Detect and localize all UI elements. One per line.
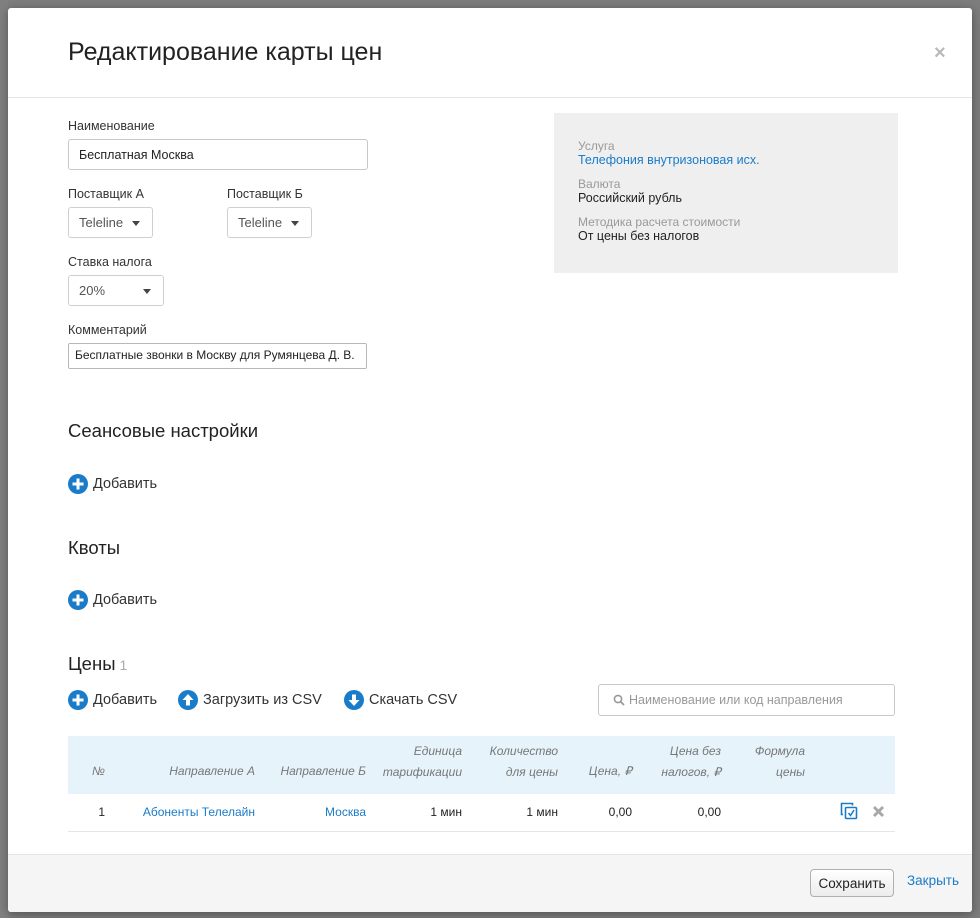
add-session-label: Добавить xyxy=(93,476,158,492)
comment-textarea[interactable]: Бесплатные звонки в Москву для Румянцева… xyxy=(68,343,367,369)
plus-circle-icon xyxy=(68,590,88,610)
tax-value: 20% xyxy=(79,283,106,298)
page-backdrop xyxy=(0,0,8,918)
name-label: Наименование xyxy=(68,119,155,133)
col-net-price-line1: Цена без xyxy=(669,744,721,758)
supplier-b-label: Поставщик Б xyxy=(227,187,303,201)
tax-label: Ставка налога xyxy=(68,255,152,269)
col-net-price: Цена без налогов, ₽ xyxy=(638,741,721,783)
arrow-up-circle-icon xyxy=(178,690,198,710)
add-price-label: Добавить xyxy=(93,692,158,708)
method-value: От цены без налогов xyxy=(578,229,700,243)
col-price: Цена, ₽ xyxy=(588,764,632,778)
comment-label: Комментарий xyxy=(68,323,147,337)
row-price: 0,00 xyxy=(608,805,632,819)
download-csv-button[interactable]: Скачать CSV xyxy=(344,690,457,710)
currency-label: Валюта xyxy=(578,177,621,191)
close-button[interactable]: Закрыть xyxy=(907,873,959,888)
chevron-down-icon xyxy=(132,221,140,226)
method-label: Методика расчета стоимости xyxy=(578,215,741,229)
name-input[interactable] xyxy=(68,139,368,170)
modal-title: Редактирование карты цен xyxy=(68,38,383,66)
row-divider xyxy=(68,831,895,832)
add-quota-button[interactable]: Добавить xyxy=(68,590,157,610)
plus-circle-icon xyxy=(68,474,88,494)
prices-table-header: № Направление А Направление Б Единица та… xyxy=(68,736,895,794)
row-num: 1 xyxy=(98,805,105,819)
modal-header: Редактирование карты цен × xyxy=(8,8,972,98)
upload-csv-button[interactable]: Загрузить из CSV xyxy=(178,690,322,710)
col-unit-line1: Единица xyxy=(413,744,462,758)
chevron-down-icon xyxy=(143,289,151,294)
tax-select[interactable]: 20% xyxy=(68,275,164,306)
row-unit: 1 мин xyxy=(430,805,462,819)
supplier-a-value: Teleline xyxy=(79,215,124,230)
col-direction-b: Направление Б xyxy=(280,764,366,778)
prices-title-text: Цены xyxy=(68,653,116,674)
col-unit: Единица тарификации xyxy=(368,741,462,783)
search-icon xyxy=(613,694,625,706)
supplier-b-select[interactable]: Teleline xyxy=(227,207,312,238)
supplier-a-label: Поставщик А xyxy=(68,187,144,201)
sessions-title: Сеансовые настройки xyxy=(68,420,259,441)
add-session-button[interactable]: Добавить xyxy=(68,474,157,494)
service-info-panel: Услуга Телефония внутризоновая исх. Валю… xyxy=(554,113,898,273)
add-quota-label: Добавить xyxy=(93,592,158,608)
col-quantity-line1: Количество xyxy=(489,744,558,758)
row-quantity: 1 мин xyxy=(526,805,558,819)
download-csv-label: Скачать CSV xyxy=(369,692,458,708)
supplier-a-select[interactable]: Teleline xyxy=(68,207,153,238)
prices-title: Цены 1 xyxy=(68,653,127,675)
row-direction-b-link[interactable]: Москва xyxy=(258,805,366,819)
col-unit-line2: тарификации xyxy=(382,765,462,779)
direction-search-input[interactable]: Наименование или код направления xyxy=(598,684,895,716)
row-direction-a-link[interactable]: Абоненты Телелайн xyxy=(118,805,255,819)
supplier-b-value: Teleline xyxy=(238,215,283,230)
copy-icon[interactable] xyxy=(839,801,859,821)
plus-circle-icon xyxy=(68,690,88,710)
quotas-title: Квоты xyxy=(68,537,121,558)
col-num: № xyxy=(92,764,105,778)
arrow-down-circle-icon xyxy=(344,690,364,710)
chevron-down-icon xyxy=(291,221,299,226)
col-quantity: Количество для цены xyxy=(468,741,558,783)
service-link[interactable]: Телефония внутризоновая исх. xyxy=(578,153,760,167)
col-quantity-line2: для цены xyxy=(505,765,558,779)
col-direction-a: Направление А xyxy=(169,764,255,778)
row-net-price: 0,00 xyxy=(697,805,721,819)
prices-count: 1 xyxy=(119,657,128,673)
modal-footer: Сохранить Закрыть xyxy=(8,854,972,912)
close-icon[interactable] xyxy=(872,805,885,818)
col-net-price-line2: налогов, ₽ xyxy=(661,765,721,779)
col-formula-line1: Формула xyxy=(754,744,805,758)
save-button[interactable]: Сохранить xyxy=(810,869,894,897)
edit-price-map-modal: Редактирование карты цен × Наименование … xyxy=(8,8,972,912)
upload-csv-label: Загрузить из CSV xyxy=(203,692,322,708)
currency-value: Российский рубль xyxy=(578,191,682,205)
search-placeholder: Наименование или код направления xyxy=(629,693,843,707)
close-icon[interactable]: × xyxy=(934,42,946,65)
add-price-button[interactable]: Добавить xyxy=(68,690,157,710)
col-formula-line2: цены xyxy=(776,765,805,779)
service-label: Услуга xyxy=(578,139,615,153)
col-formula: Формула цены xyxy=(728,741,805,783)
